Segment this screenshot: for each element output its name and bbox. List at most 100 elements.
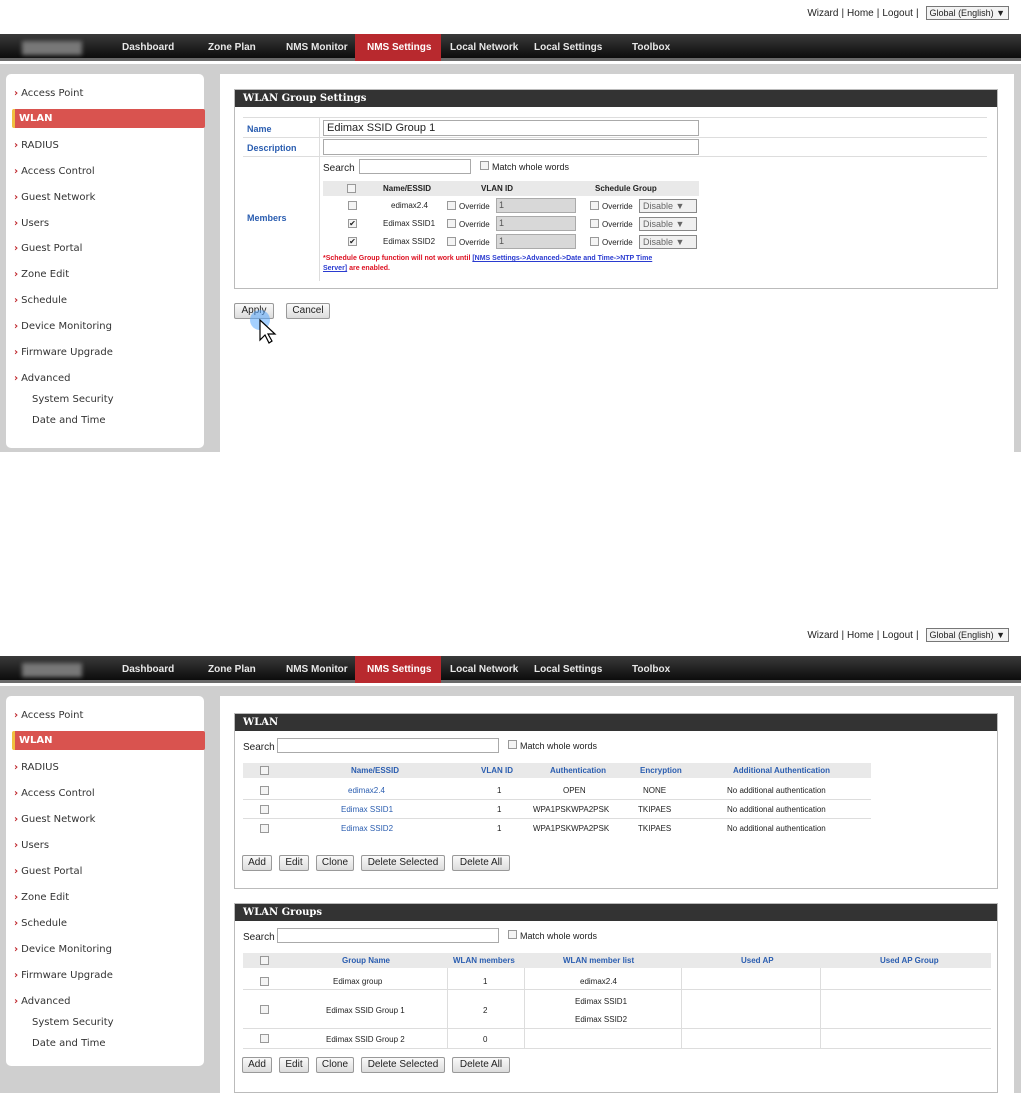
sidebar-item-advanced[interactable]: › Advanced: [14, 996, 71, 1007]
nav-toolbox[interactable]: Toolbox: [620, 656, 682, 683]
match-whole-words-checkbox[interactable]: [508, 740, 517, 749]
add-button[interactable]: Add: [242, 1057, 272, 1073]
select-all-checkbox[interactable]: [347, 184, 356, 193]
sidebar-item-firmware-upgrade[interactable]: › Firmware Upgrade: [14, 347, 113, 358]
cancel-button[interactable]: Cancel: [286, 303, 330, 319]
row-essid-link[interactable]: Edimax SSID2: [341, 824, 393, 833]
sidebar-item-access-control[interactable]: › Access Control: [14, 788, 95, 799]
delete-all-button[interactable]: Delete All: [452, 855, 510, 871]
schedule-select[interactable]: Disable ▼: [639, 235, 697, 249]
delete-selected-button[interactable]: Delete Selected: [361, 1057, 445, 1073]
add-button[interactable]: Add: [242, 855, 272, 871]
sidebar-item-users[interactable]: › Users: [14, 218, 49, 229]
clone-button[interactable]: Clone: [316, 855, 354, 871]
sidebar-item-system-security[interactable]: System Security: [32, 1017, 114, 1028]
nav-dashboard[interactable]: Dashboard: [110, 656, 186, 683]
select-all-checkbox[interactable]: [260, 766, 269, 775]
col-used-ap: Used AP: [741, 956, 774, 965]
nav-zone-plan[interactable]: Zone Plan: [196, 656, 268, 683]
row-checkbox[interactable]: [260, 977, 269, 986]
wizard-link[interactable]: Wizard: [807, 8, 838, 19]
sidebar-item-access-control[interactable]: › Access Control: [14, 166, 95, 177]
sidebar-item-firmware-upgrade[interactable]: › Firmware Upgrade: [14, 970, 113, 981]
row-checkbox[interactable]: [260, 805, 269, 814]
sidebar-item-date-and-time[interactable]: Date and Time: [32, 415, 106, 426]
row-checkbox[interactable]: [260, 824, 269, 833]
sidebar-item-device-monitoring[interactable]: › Device Monitoring: [14, 944, 112, 955]
sidebar-item-device-monitoring[interactable]: › Device Monitoring: [14, 321, 112, 332]
match-whole-words-checkbox[interactable]: [508, 930, 517, 939]
wlan-search-input[interactable]: [277, 738, 499, 753]
sidebar-item-guest-portal[interactable]: › Guest Portal: [14, 866, 82, 877]
row-checkbox[interactable]: [260, 1034, 269, 1043]
nav-toolbox[interactable]: Toolbox: [620, 34, 682, 61]
row-essid-link[interactable]: edimax2.4: [348, 786, 385, 795]
nav-nms-settings[interactable]: NMS Settings: [355, 34, 441, 61]
sidebar-item-zone-edit[interactable]: › Zone Edit: [14, 269, 69, 280]
override-checkbox[interactable]: [590, 219, 599, 228]
vlan-id-input[interactable]: 1: [496, 234, 576, 249]
row-checkbox[interactable]: [260, 786, 269, 795]
language-select[interactable]: Global (English) ▼: [925, 6, 1009, 20]
sidebar-item-guest-portal[interactable]: › Guest Portal: [14, 243, 82, 254]
clone-button[interactable]: Clone: [316, 1057, 354, 1073]
nav-zone-plan[interactable]: Zone Plan: [196, 34, 268, 61]
nav-local-settings[interactable]: Local Settings: [522, 656, 614, 683]
nav-local-network[interactable]: Local Network: [438, 34, 530, 61]
vlan-id-input[interactable]: 1: [496, 216, 576, 231]
nav-nms-monitor[interactable]: NMS Monitor: [274, 34, 360, 61]
nav-dashboard[interactable]: Dashboard: [110, 34, 186, 61]
delete-selected-button[interactable]: Delete Selected: [361, 855, 445, 871]
ntp-settings-link-cont[interactable]: Server]: [323, 265, 347, 272]
groups-search-input[interactable]: [277, 928, 499, 943]
wizard-link[interactable]: Wizard: [807, 630, 838, 641]
override-checkbox[interactable]: [447, 201, 456, 210]
sidebar-item-users[interactable]: › Users: [14, 840, 49, 851]
sidebar-item-guest-network[interactable]: › Guest Network: [14, 192, 95, 203]
sidebar-item-radius[interactable]: › RADIUS: [14, 140, 59, 151]
edit-button[interactable]: Edit: [279, 1057, 309, 1073]
logout-link[interactable]: Logout: [882, 630, 913, 641]
row-checkbox[interactable]: ✔: [348, 219, 357, 228]
sidebar-item-schedule[interactable]: › Schedule: [14, 295, 67, 306]
row-checkbox[interactable]: [348, 201, 357, 210]
sidebar-item-advanced[interactable]: › Advanced: [14, 373, 71, 384]
schedule-select[interactable]: Disable ▼: [639, 199, 697, 213]
sidebar-item-radius[interactable]: › RADIUS: [14, 762, 59, 773]
search-input[interactable]: [359, 159, 471, 174]
sidebar-item-access-point[interactable]: › Access Point: [14, 710, 83, 721]
home-link[interactable]: Home: [847, 630, 874, 641]
delete-all-button[interactable]: Delete All: [452, 1057, 510, 1073]
sidebar-item-schedule[interactable]: › Schedule: [14, 918, 67, 929]
sidebar-item-wlan[interactable]: WLAN: [12, 731, 205, 750]
sidebar-item-guest-network[interactable]: › Guest Network: [14, 814, 95, 825]
override-checkbox[interactable]: [447, 219, 456, 228]
override-checkbox[interactable]: [590, 201, 599, 210]
schedule-select[interactable]: Disable ▼: [639, 217, 697, 231]
sidebar-item-access-point[interactable]: › Access Point: [14, 88, 83, 99]
vlan-id-input[interactable]: 1: [496, 198, 576, 213]
row-checkbox[interactable]: [260, 1005, 269, 1014]
sidebar-item-date-and-time[interactable]: Date and Time: [32, 1038, 106, 1049]
sidebar-item-system-security[interactable]: System Security: [32, 394, 114, 405]
nav-local-network[interactable]: Local Network: [438, 656, 530, 683]
sidebar-item-wlan[interactable]: WLAN: [12, 109, 205, 128]
match-whole-words-checkbox[interactable]: [480, 161, 489, 170]
description-field[interactable]: [323, 139, 699, 155]
edit-button[interactable]: Edit: [279, 855, 309, 871]
ntp-settings-link[interactable]: [NMS Settings->Advanced->Date and Time->…: [472, 255, 652, 262]
search-label: Search: [243, 932, 275, 943]
row-checkbox[interactable]: ✔: [348, 237, 357, 246]
language-select[interactable]: Global (English) ▼: [925, 628, 1009, 642]
sidebar-item-zone-edit[interactable]: › Zone Edit: [14, 892, 69, 903]
override-checkbox[interactable]: [447, 237, 456, 246]
select-all-checkbox[interactable]: [260, 956, 269, 965]
nav-local-settings[interactable]: Local Settings: [522, 34, 614, 61]
name-field[interactable]: Edimax SSID Group 1: [323, 120, 699, 136]
logout-link[interactable]: Logout: [882, 8, 913, 19]
override-checkbox[interactable]: [590, 237, 599, 246]
nav-nms-monitor[interactable]: NMS Monitor: [274, 656, 360, 683]
nav-nms-settings[interactable]: NMS Settings: [355, 656, 441, 683]
row-essid-link[interactable]: Edimax SSID1: [341, 805, 393, 814]
home-link[interactable]: Home: [847, 8, 874, 19]
